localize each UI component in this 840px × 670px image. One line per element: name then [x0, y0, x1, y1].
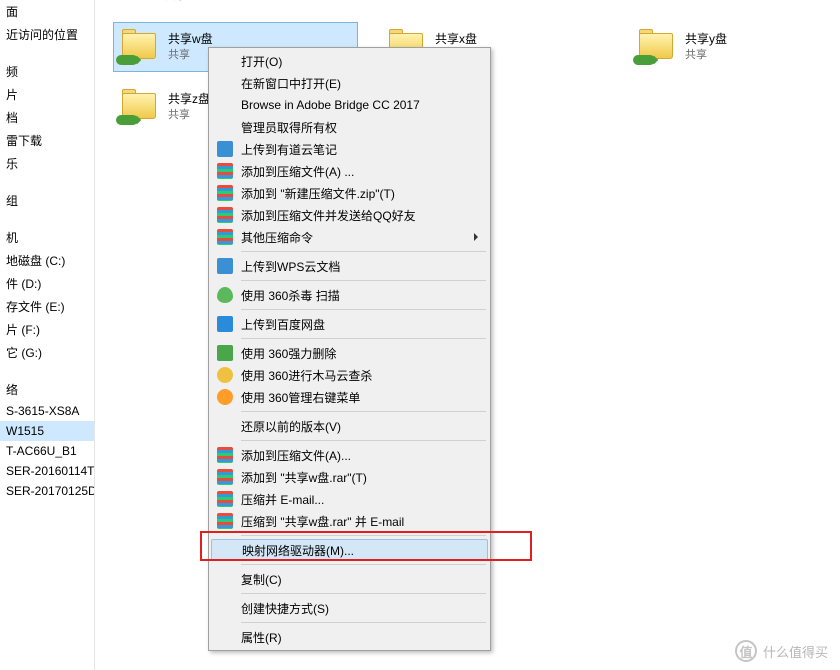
sidebar: 面 近访问的位置 频 片 档 雷下载 乐 组 机 地磁盘 (C:) 件 (D:)… [0, 0, 95, 670]
menu-add-archive[interactable]: 添加到压缩文件(A) ... [211, 160, 488, 182]
watermark: 值 什么值得买 [735, 640, 828, 662]
menu-other-compress[interactable]: 其他压缩命令 [211, 226, 488, 248]
cloud-icon [217, 316, 233, 332]
menu-add-archive-2[interactable]: 添加到压缩文件(A)... [211, 444, 488, 466]
youdao-icon [217, 141, 233, 157]
context-menu: 打开(O) 在新窗口中打开(E) Browse in Adobe Bridge … [208, 47, 491, 651]
folder-name: 共享z盘 [168, 92, 210, 108]
sidebar-item-selected[interactable]: W1515 [0, 421, 94, 441]
sidebar-item[interactable]: T-AC66U_B1 [0, 441, 94, 461]
sidebar-item[interactable]: 近访问的位置 [0, 23, 94, 46]
menu-open-new-window[interactable]: 在新窗口中打开(E) [211, 72, 488, 94]
menu-add-rar[interactable]: 添加到 "共享w盘.rar"(T) [211, 466, 488, 488]
sidebar-item[interactable]: 片 [0, 83, 94, 106]
menu-open[interactable]: 打开(O) [211, 50, 488, 72]
watermark-icon: 值 [735, 640, 757, 662]
menu-force-delete[interactable]: 使用 360强力删除 [211, 342, 488, 364]
rar-icon [217, 491, 233, 507]
menu-compress-email[interactable]: 压缩并 E-mail... [211, 488, 488, 510]
menu-trojan-scan[interactable]: 使用 360进行木马云查杀 [211, 364, 488, 386]
360-icon [217, 345, 233, 361]
menu-separator [241, 593, 486, 594]
sidebar-item[interactable]: 频 [0, 60, 94, 83]
menu-separator [241, 411, 486, 412]
shared-folder-icon [116, 87, 164, 127]
submenu-arrow-icon [474, 233, 478, 241]
menu-separator [241, 440, 486, 441]
menu-add-zip[interactable]: 添加到 "新建压缩文件.zip"(T) [211, 182, 488, 204]
archive-icon [217, 207, 233, 223]
menu-separator [241, 309, 486, 310]
watermark-text: 什么值得买 [763, 642, 828, 661]
menu-add-send-qq[interactable]: 添加到压缩文件并发送给QQ好友 [211, 204, 488, 226]
shared-folder-icon [633, 27, 681, 67]
menu-create-shortcut[interactable]: 创建快捷方式(S) [211, 597, 488, 619]
folder-shared-z[interactable]: 共享z盘 共享 [113, 82, 213, 132]
folder-sub: 共享 [685, 48, 727, 62]
menu-browse-bridge[interactable]: Browse in Adobe Bridge CC 2017 [211, 94, 488, 116]
menu-admin-ownership[interactable]: 管理员取得所有权 [211, 116, 488, 138]
menu-separator [241, 338, 486, 339]
archive-icon [217, 163, 233, 179]
menu-separator [241, 622, 486, 623]
menu-separator [241, 251, 486, 252]
sidebar-item[interactable]: SER-20160114TZ [0, 461, 94, 481]
sidebar-item[interactable]: S-3615-XS8A [0, 401, 94, 421]
menu-compress-rar-email[interactable]: 压缩到 "共享w盘.rar" 并 E-mail [211, 510, 488, 532]
sidebar-item[interactable]: 片 (F:) [0, 318, 94, 341]
shared-folder-icon [116, 27, 164, 67]
rar-icon [217, 469, 233, 485]
sidebar-item[interactable]: 机 [0, 226, 94, 249]
menu-properties[interactable]: 属性(R) [211, 626, 488, 648]
sidebar-item[interactable]: 络 [0, 378, 94, 401]
folder-name: 共享y盘 [685, 32, 727, 48]
sidebar-item[interactable]: 它 (G:) [0, 341, 94, 364]
360-scan-icon [217, 367, 233, 383]
wps-icon [217, 258, 233, 274]
archive-icon [217, 185, 233, 201]
360-manage-icon [217, 389, 233, 405]
menu-upload-wps[interactable]: 上传到WPS云文档 [211, 255, 488, 277]
sidebar-item[interactable]: 件 (D:) [0, 272, 94, 295]
menu-upload-baidu[interactable]: 上传到百度网盘 [211, 313, 488, 335]
folder-name: 共享x盘 [435, 32, 477, 48]
sidebar-item[interactable]: 地磁盘 (C:) [0, 249, 94, 272]
folder-sub: 共享 [168, 108, 210, 122]
menu-separator [241, 280, 486, 281]
rar-icon [217, 447, 233, 463]
menu-copy[interactable]: 复制(C) [211, 568, 488, 590]
sidebar-item[interactable]: 档 [0, 106, 94, 129]
sidebar-item[interactable]: 组 [0, 189, 94, 212]
archive-icon [217, 229, 233, 245]
folder-sub-top: 共享 [165, 0, 187, 5]
folder-name: 共享w盘 [168, 32, 213, 48]
folder-shared-y[interactable]: 共享y盘 共享 [630, 22, 840, 72]
menu-manage-context[interactable]: 使用 360管理右键菜单 [211, 386, 488, 408]
folder-sub: 共享 [168, 48, 213, 62]
sidebar-item[interactable]: SER-20170125DC [0, 481, 94, 501]
menu-upload-youdao[interactable]: 上传到有道云笔记 [211, 138, 488, 160]
sidebar-item[interactable]: 雷下载 [0, 129, 94, 152]
menu-separator [241, 564, 486, 565]
sidebar-item[interactable]: 乐 [0, 152, 94, 175]
sidebar-item[interactable]: 面 [0, 0, 94, 23]
sidebar-item[interactable]: 存文件 (E:) [0, 295, 94, 318]
menu-restore-previous[interactable]: 还原以前的版本(V) [211, 415, 488, 437]
menu-separator [241, 535, 486, 536]
menu-map-network-drive[interactable]: 映射网络驱动器(M)... [211, 539, 488, 561]
shield-icon [217, 287, 233, 303]
menu-scan-360[interactable]: 使用 360杀毒 扫描 [211, 284, 488, 306]
rar-icon [217, 513, 233, 529]
